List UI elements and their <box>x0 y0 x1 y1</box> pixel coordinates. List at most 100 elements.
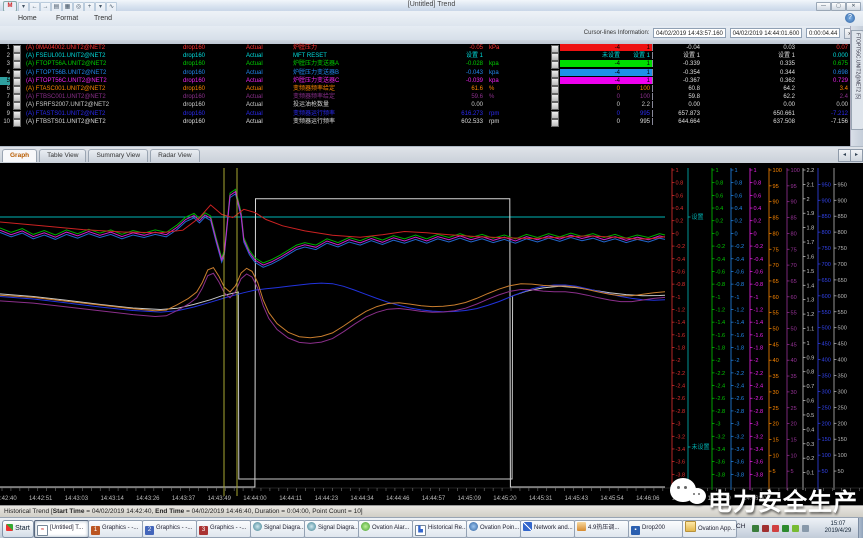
taskbar-item-2[interactable]: 1Graphics - -... <box>88 520 143 538</box>
taskbar-item-9[interactable]: Ovation Poin... <box>466 520 521 538</box>
cursor-to-field[interactable]: 04/02/2019 14:44:01.600 <box>730 28 803 38</box>
taskbar-item-label: Drop200 <box>642 525 665 531</box>
svg-text:2: 2 <box>807 197 810 203</box>
delta-value: 0.729 <box>788 77 848 85</box>
cursor-duration-field: 0:00:04.44 <box>806 28 840 38</box>
scale-checkbox-icon[interactable] <box>551 119 559 127</box>
svg-text:未设置: 未设置 <box>692 443 710 451</box>
drop-name: drop160 <box>183 85 205 93</box>
current-value: 616.273 <box>420 110 483 118</box>
svg-text:25: 25 <box>773 406 779 412</box>
flag-icon[interactable] <box>802 525 809 532</box>
table-row[interactable]: 1(A) 0MA04002.UNIT2@NET2drop160Actual炉膛压… <box>0 44 851 52</box>
table-row[interactable]: 10(A) FTBSTS01.UNIT2@NET2drop160Actual变频… <box>0 118 851 126</box>
taskbar-item-label: Graphics - -... <box>210 525 246 531</box>
mode-label: Actual <box>246 44 263 52</box>
taskbar-item-8[interactable]: ▙Historical Re... <box>412 520 467 538</box>
svg-text:0.8: 0.8 <box>716 181 724 187</box>
svg-text:-0.8: -0.8 <box>716 282 726 288</box>
tab-table-view[interactable]: Table View <box>39 149 86 162</box>
g1-icon: 1 <box>91 526 100 535</box>
signal-description: 炉膛压力变送器A <box>293 60 339 68</box>
card-icon[interactable] <box>752 525 759 532</box>
taskbar-item-11[interactable]: 4.9热压调... <box>574 520 629 538</box>
start-button[interactable]: Start <box>2 520 34 538</box>
taskbar-item-4[interactable]: 3Graphics - -... <box>196 520 251 538</box>
selected-signal-side-tab[interactable]: FTOPT56C.UNIT2@NET2 [5] <box>851 30 863 130</box>
svg-text:0.2: 0.2 <box>807 456 815 462</box>
menu-trend[interactable]: Trend <box>90 14 116 23</box>
svg-text:-0.6: -0.6 <box>676 269 686 275</box>
mode-label: Actual <box>246 110 263 118</box>
row-number: 10 <box>0 118 10 126</box>
svg-text:-3.4: -3.4 <box>754 447 764 453</box>
table-row[interactable]: 7(A) FTBSC001.UNIT2@NET2drop160Actual变频器… <box>0 93 851 101</box>
time-label: 14:44:23 <box>315 496 339 502</box>
time-label: 14:44:00 <box>243 496 267 502</box>
tab-summary-view[interactable]: Summary View <box>88 149 148 162</box>
taskbar-item-13[interactable]: Ovation App... <box>682 520 737 538</box>
menu-home[interactable]: Home <box>14 14 41 23</box>
taskbar-item-3[interactable]: 2Graphics - -... <box>142 520 197 538</box>
taskbar-item-1[interactable]: ≈[Untitled] T... <box>34 520 89 538</box>
taskbar-item-label: Graphics - -... <box>102 525 138 531</box>
svg-text:150: 150 <box>838 437 847 443</box>
trend-chart[interactable]: 10.80.60.40.20-0.2-0.4-0.6-0.8-1-1.2-1.4… <box>0 163 863 505</box>
table-row[interactable]: 6(A) FTASC001.UNIT2@NET2drop160Actual变频器… <box>0 85 851 93</box>
orb-green-icon[interactable] <box>782 525 789 532</box>
svg-text:0: 0 <box>754 231 757 237</box>
svg-text:90: 90 <box>791 200 797 206</box>
table-row[interactable]: 2(A) FSEUL001.UNIT2@NET2drop160ActualMFT… <box>0 52 851 60</box>
table-row[interactable]: 8(A) FSRFS2007.UNIT2@NET2drop160Actual投运… <box>0 101 851 109</box>
time-label: 14:42:51 <box>29 496 53 502</box>
table-row[interactable]: 9(A) FTASTS01.UNIT2@NET2drop160Actual变频器… <box>0 110 851 118</box>
table-row[interactable]: 4(A) FTOPT56B.UNIT2@NET2drop160Actual炉膛压… <box>0 69 851 77</box>
mode-label: Actual <box>246 101 263 109</box>
alarm-red-icon[interactable] <box>762 525 769 532</box>
language-indicator[interactable]: CH <box>736 523 745 530</box>
close-button[interactable]: ✕ <box>846 2 861 11</box>
svg-text:-1.4: -1.4 <box>754 320 764 326</box>
current-value: -0.05 <box>420 44 483 52</box>
svg-text:1.4: 1.4 <box>807 283 815 289</box>
trend-checkbox-icon[interactable] <box>13 119 21 127</box>
signal-name: (A) FTBSC001.UNIT2@NET2 <box>26 93 106 101</box>
svg-text:-0.4: -0.4 <box>735 257 745 263</box>
taskbar-item-7[interactable]: Ovation Alar... <box>358 520 413 538</box>
dot-red-icon[interactable] <box>772 525 779 532</box>
taskbar-item-10[interactable]: Network and... <box>520 520 575 538</box>
svg-text:-2.8: -2.8 <box>716 409 726 415</box>
signal-name: (A) FTASC001.UNIT2@NET2 <box>26 85 105 93</box>
svg-text:100: 100 <box>773 168 782 174</box>
maximize-button[interactable]: ▢ <box>831 2 846 11</box>
cursor1-value: -0.354 <box>640 69 700 77</box>
net-icon <box>523 522 532 531</box>
signal-name: (A) FSRFS2007.UNIT2@NET2 <box>26 101 109 109</box>
svg-text:-0.8: -0.8 <box>754 282 764 288</box>
svg-text:0.6: 0.6 <box>716 193 724 199</box>
help-icon[interactable]: ? <box>845 13 855 23</box>
signal-name: (A) FTOPT56C.UNIT2@NET2 <box>26 77 107 85</box>
table-row[interactable]: 3(A) FTOPT56A.UNIT2@NET2drop160Actual炉膛压… <box>0 60 851 68</box>
tab-graph[interactable]: Graph <box>2 149 37 162</box>
table-row[interactable]: 5(A) FTOPT56C.UNIT2@NET2drop160Actual炉膛压… <box>0 77 851 85</box>
show-desktop-button[interactable] <box>858 518 863 538</box>
svg-text:1.3: 1.3 <box>807 298 815 304</box>
menu-format[interactable]: Format <box>52 14 82 23</box>
time-label: 14:45:54 <box>600 496 624 502</box>
drop-name: drop160 <box>183 60 205 68</box>
cursor-from-field[interactable]: 04/02/2019 14:43:57.160 <box>653 28 726 38</box>
leaf-icon[interactable] <box>792 525 799 532</box>
svg-text:-3.6: -3.6 <box>716 460 726 466</box>
svg-text:-3: -3 <box>735 422 740 428</box>
taskbar-item-12[interactable]: ▪Drop200 <box>628 520 683 538</box>
taskbar-item-5[interactable]: Signal Diagra... <box>250 520 305 538</box>
taskbar-item-6[interactable]: Signal Diagra... <box>304 520 359 538</box>
minimize-button[interactable]: — <box>816 2 831 11</box>
tab-radar-view[interactable]: Radar View <box>150 149 199 162</box>
svg-text:-3.4: -3.4 <box>676 447 686 453</box>
point-icon <box>469 522 478 531</box>
scroll-right-icon[interactable]: ▸ <box>850 149 863 162</box>
mode-label: Actual <box>246 69 263 77</box>
status-text: = 04/02/2019 14:42:40, <box>84 508 155 515</box>
